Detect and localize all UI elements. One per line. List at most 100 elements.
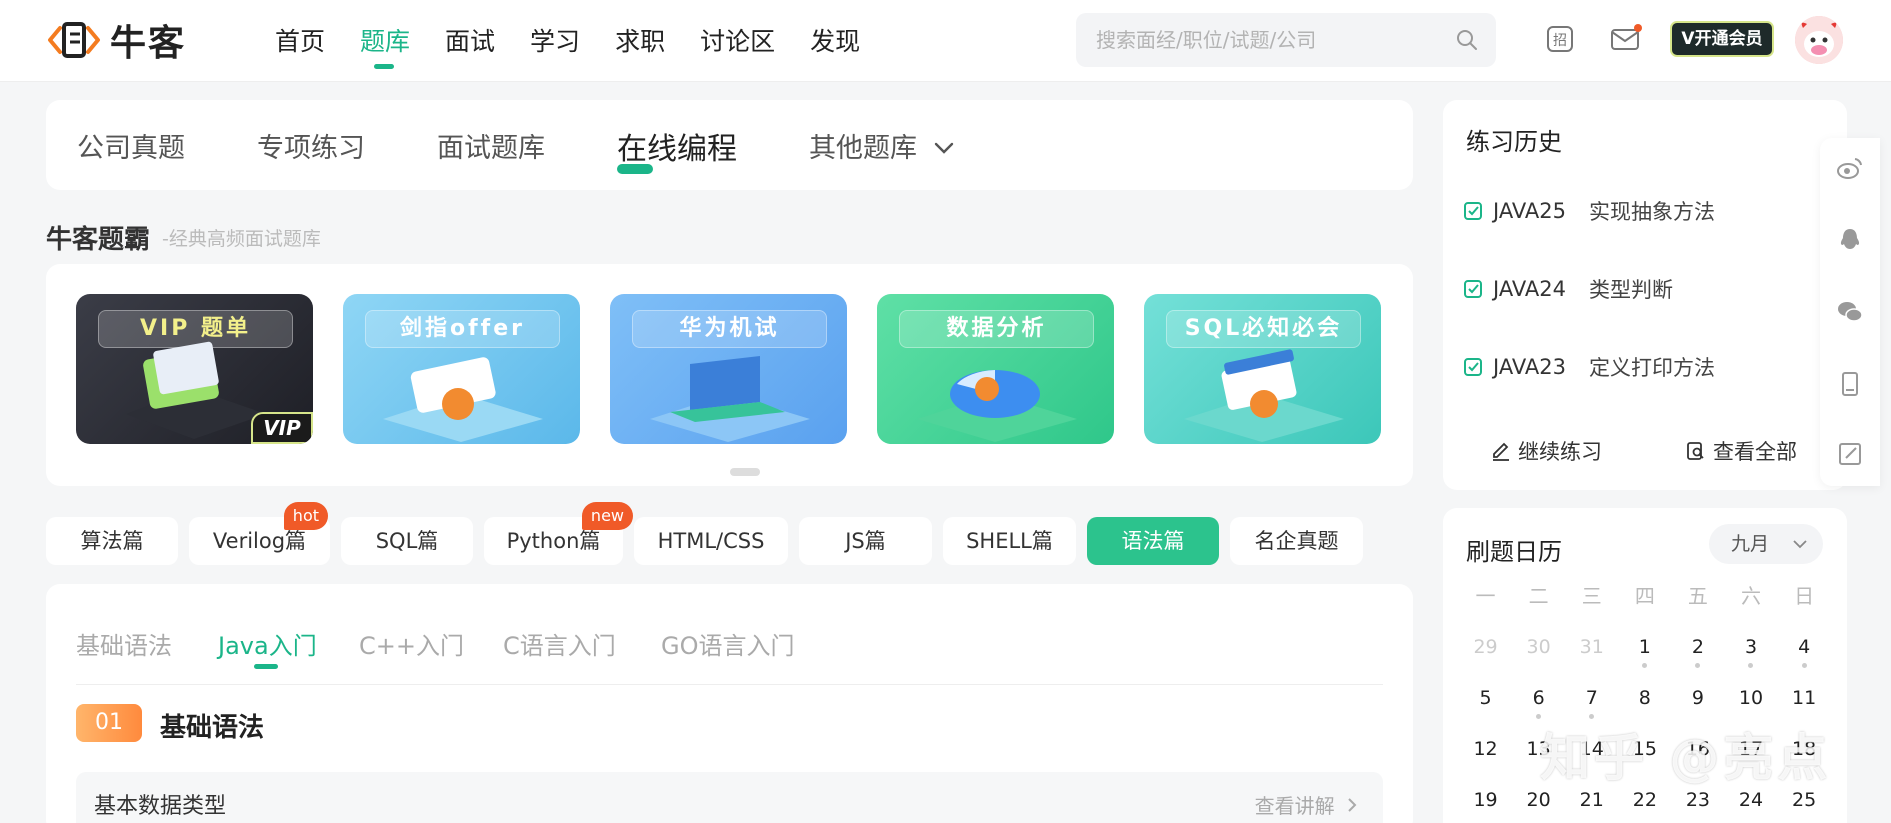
weekday-label: 五	[1687, 584, 1708, 608]
banner-data-analysis[interactable]: 数据分析	[877, 294, 1114, 444]
logo[interactable]: 牛客	[46, 18, 186, 64]
content-panel: 基础语法 Java入门 C++入门 C语言入门 GO语言入门 01 基础语法 基…	[46, 584, 1413, 823]
ctab-c-intro[interactable]: C语言入门	[503, 626, 616, 661]
history-item[interactable]: JAVA25 实现抽象方法	[1463, 196, 1715, 226]
lang-tab-html-css[interactable]: HTML/CSS	[634, 517, 788, 565]
calendar-day[interactable]: 12	[1459, 731, 1512, 782]
qq-icon[interactable]	[1836, 226, 1864, 254]
pencil-icon	[1493, 442, 1509, 461]
calendar-day[interactable]: 30	[1512, 629, 1565, 680]
weekday-label: 六	[1741, 584, 1762, 608]
nav-question-bank[interactable]: 题库	[360, 22, 410, 69]
tab-interview-bank[interactable]: 面试题库	[437, 126, 545, 165]
calendar-day[interactable]: 1	[1618, 629, 1671, 680]
history-item[interactable]: JAVA23 定义打印方法	[1463, 352, 1715, 382]
lang-tab-syntax[interactable]: 语法篇	[1087, 517, 1219, 565]
list-item[interactable]: 基本数据类型 查看讲解	[76, 772, 1383, 823]
tab-online-coding[interactable]: 在线编程	[617, 124, 737, 174]
history-name: 实现抽象方法	[1589, 200, 1715, 224]
lang-tab-company-exams[interactable]: 名企真题	[1230, 517, 1363, 565]
ctab-cpp-intro[interactable]: C++入门	[359, 626, 464, 661]
laptop-illustration-icon	[650, 356, 810, 442]
calendar-day[interactable]: 5	[1459, 680, 1512, 731]
mail-icon[interactable]	[1609, 24, 1643, 54]
sql-book-illustration-icon	[1184, 349, 1344, 442]
nav-interview[interactable]: 面试	[445, 22, 495, 62]
search-input[interactable]	[1096, 25, 1436, 55]
weekday-label: 日	[1794, 584, 1815, 608]
nav-jobs[interactable]: 求职	[615, 22, 665, 62]
chevron-down-icon	[1793, 540, 1807, 549]
wechat-icon[interactable]	[1836, 298, 1864, 326]
view-explanation-label: 查看讲解	[1254, 794, 1335, 818]
continue-practice-label: 继续练习	[1518, 440, 1602, 464]
lang-tab-verilog[interactable]: Verilog篇 hot	[189, 502, 330, 565]
banner-sql-must-know[interactable]: SQL必知必会	[1144, 294, 1381, 444]
nav-discussion[interactable]: 讨论区	[700, 22, 775, 62]
nav-learn[interactable]: 学习	[530, 22, 580, 62]
section-subtitle: -经典高频面试题库	[162, 228, 321, 250]
search-box	[1076, 13, 1496, 67]
divider	[76, 684, 1383, 685]
recruit-icon[interactable]: 招	[1545, 24, 1575, 54]
calendar-day[interactable]: 29	[1459, 629, 1512, 680]
chevron-down-icon	[934, 142, 953, 154]
share-sidebar	[1820, 138, 1880, 486]
lang-tab-algorithm[interactable]: 算法篇	[46, 517, 178, 565]
weekday-label: 一	[1475, 584, 1496, 608]
hot-badge: hot	[283, 502, 328, 530]
tab-other-banks[interactable]: 其他题库	[809, 126, 956, 165]
calendar-day[interactable]: 4	[1778, 629, 1831, 680]
banner-jianzhi-offer[interactable]: 剑指offer	[343, 294, 580, 444]
lang-tab-js[interactable]: JS篇	[799, 517, 932, 565]
calendar-day[interactable]: 3	[1724, 629, 1777, 680]
list-item-title: 基本数据类型	[94, 794, 227, 819]
view-all-label: 查看全部	[1713, 440, 1797, 464]
watermark-text: 知乎 @亮点	[1540, 729, 1832, 787]
logo-text: 牛客	[110, 23, 187, 64]
view-all-button[interactable]: 查看全部	[1685, 436, 1797, 466]
tab-topic-practice[interactable]: 专项练习	[257, 126, 365, 165]
lang-tab-label: Verilog篇	[212, 529, 307, 553]
search-doc-icon	[1687, 442, 1704, 460]
history-title: 练习历史	[1466, 128, 1562, 156]
banner-vip-list[interactable]: VIP 题单 VIP	[76, 294, 313, 444]
lang-tab-sql[interactable]: SQL篇	[341, 517, 473, 565]
weibo-icon[interactable]	[1836, 154, 1864, 182]
book-illustration-icon	[383, 357, 543, 442]
lang-tab-python[interactable]: Python篇 new	[484, 502, 633, 565]
chevron-right-icon	[1348, 798, 1357, 812]
mobile-icon[interactable]	[1836, 370, 1864, 398]
checkbox-checked-icon	[1464, 202, 1482, 220]
nav-discover[interactable]: 发现	[810, 22, 860, 62]
feedback-icon[interactable]	[1836, 440, 1864, 468]
ctab-basic-syntax[interactable]: 基础语法	[76, 626, 172, 661]
history-name: 定义打印方法	[1589, 356, 1715, 380]
chapter-number: 01	[76, 704, 142, 742]
banner-huawei-test[interactable]: 华为机试	[610, 294, 847, 444]
month-select[interactable]: 九月	[1709, 524, 1823, 564]
ctab-java-intro[interactable]: Java入门	[218, 626, 317, 669]
new-badge: new	[581, 502, 633, 530]
search-icon[interactable]	[1456, 29, 1478, 51]
vip-button[interactable]: V开通会员	[1670, 21, 1774, 57]
vip-label: 开通会员	[1694, 29, 1763, 49]
avatar[interactable]	[1795, 16, 1843, 64]
history-code: JAVA25	[1493, 199, 1566, 223]
calendar-title: 刷题日历	[1466, 538, 1562, 566]
lang-tab-shell[interactable]: SHELL篇	[943, 517, 1076, 565]
carousel-indicator[interactable]	[730, 468, 760, 476]
continue-practice-button[interactable]: 继续练习	[1490, 436, 1602, 466]
nav-home[interactable]: 首页	[275, 22, 325, 62]
weekday-row: 一 二 三 四 五 六 日	[1459, 578, 1831, 629]
pie-illustration-icon	[917, 370, 1077, 442]
calendar-day[interactable]: 31	[1565, 629, 1618, 680]
calendar-day[interactable]: 19	[1459, 782, 1512, 823]
ctab-go-intro[interactable]: GO语言入门	[661, 626, 795, 661]
calendar-day[interactable]: 2	[1671, 629, 1724, 680]
top-navbar: 牛客 首页 题库 面试 学习 求职 讨论区 发现 招 V开通会员	[0, 0, 1891, 82]
view-explanation-link[interactable]: 查看讲解	[1255, 790, 1359, 819]
history-name: 类型判断	[1589, 278, 1673, 302]
tab-company-questions[interactable]: 公司真题	[77, 126, 185, 165]
history-item[interactable]: JAVA24 类型判断	[1463, 274, 1673, 304]
